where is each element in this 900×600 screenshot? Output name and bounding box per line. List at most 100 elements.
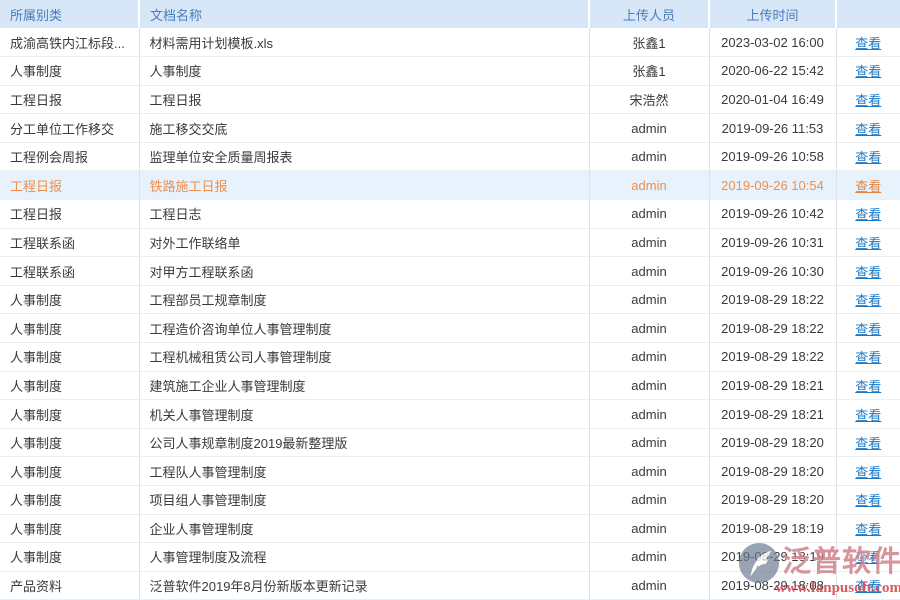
view-link[interactable]: 查看 — [855, 465, 881, 480]
cell-uploader: admin — [589, 514, 709, 543]
cell-category: 人事制度 — [0, 343, 139, 372]
cell-uploader: 张鑫1 — [589, 28, 709, 57]
cell-doc-name: 人事制度 — [139, 57, 589, 86]
cell-category: 人事制度 — [0, 57, 139, 86]
cell-uploader: admin — [589, 371, 709, 400]
view-link[interactable]: 查看 — [855, 493, 881, 508]
cell-actions: 查看 — [836, 228, 900, 257]
cell-upload-time: 2019-09-26 10:58 — [709, 142, 836, 171]
cell-category: 工程日报 — [0, 200, 139, 229]
table-row: 人事制度 工程造价咨询单位人事管理制度 admin 2019-08-29 18:… — [0, 314, 900, 343]
cell-uploader: admin — [589, 228, 709, 257]
view-link[interactable]: 查看 — [855, 350, 881, 365]
view-link[interactable]: 查看 — [855, 207, 881, 222]
table-body: 成渝高铁内江标段... 材料需用计划模板.xls 张鑫1 2023-03-02 … — [0, 28, 900, 600]
cell-doc-name: 工程日报 — [139, 85, 589, 114]
cell-upload-time: 2019-08-29 18:22 — [709, 343, 836, 372]
cell-uploader: admin — [589, 428, 709, 457]
view-link[interactable]: 查看 — [855, 150, 881, 165]
cell-category: 工程联系函 — [0, 257, 139, 286]
cell-category: 分工单位工作移交 — [0, 114, 139, 143]
cell-actions: 查看 — [836, 543, 900, 572]
view-link[interactable]: 查看 — [855, 265, 881, 280]
table-row: 人事制度 建筑施工企业人事管理制度 admin 2019-08-29 18:21… — [0, 371, 900, 400]
cell-doc-name: 材料需用计划模板.xls — [139, 28, 589, 57]
view-link[interactable]: 查看 — [855, 550, 881, 565]
cell-uploader: admin — [589, 171, 709, 200]
view-link[interactable]: 查看 — [855, 36, 881, 51]
cell-upload-time: 2019-08-29 18:08 — [709, 571, 836, 600]
table-row: 人事制度 工程机械租赁公司人事管理制度 admin 2019-08-29 18:… — [0, 343, 900, 372]
cell-doc-name: 监理单位安全质量周报表 — [139, 142, 589, 171]
cell-upload-time: 2019-08-29 18:19 — [709, 514, 836, 543]
cell-actions: 查看 — [836, 486, 900, 515]
table-row: 产品资料 泛普软件2019年8月份新版本更新记录 admin 2019-08-2… — [0, 571, 900, 600]
cell-actions: 查看 — [836, 457, 900, 486]
cell-category: 人事制度 — [0, 285, 139, 314]
header-uploader: 上传人员 — [589, 0, 709, 28]
cell-category: 人事制度 — [0, 314, 139, 343]
cell-doc-name: 工程部员工规章制度 — [139, 285, 589, 314]
cell-uploader: admin — [589, 257, 709, 286]
view-link[interactable]: 查看 — [855, 122, 881, 137]
table-row: 人事制度 公司人事规章制度2019最新整理版 admin 2019-08-29 … — [0, 428, 900, 457]
table-row: 人事制度 人事制度 张鑫1 2020-06-22 15:42 查看 — [0, 57, 900, 86]
view-link[interactable]: 查看 — [855, 322, 881, 337]
view-link[interactable]: 查看 — [855, 93, 881, 108]
cell-actions: 查看 — [836, 57, 900, 86]
view-link[interactable]: 查看 — [855, 408, 881, 423]
cell-actions: 查看 — [836, 200, 900, 229]
view-link[interactable]: 查看 — [855, 64, 881, 79]
cell-category: 人事制度 — [0, 457, 139, 486]
cell-category: 产品资料 — [0, 571, 139, 600]
cell-upload-time: 2023-03-02 16:00 — [709, 28, 836, 57]
table-header-row: 所属别类 文档名称 上传人员 上传时间 — [0, 0, 900, 28]
cell-actions: 查看 — [836, 257, 900, 286]
cell-upload-time: 2019-08-29 18:19 — [709, 543, 836, 572]
cell-category: 人事制度 — [0, 371, 139, 400]
cell-doc-name: 工程队人事管理制度 — [139, 457, 589, 486]
cell-category: 工程日报 — [0, 171, 139, 200]
cell-uploader: 张鑫1 — [589, 57, 709, 86]
cell-uploader: admin — [589, 314, 709, 343]
cell-actions: 查看 — [836, 85, 900, 114]
view-link[interactable]: 查看 — [855, 522, 881, 537]
view-link[interactable]: 查看 — [855, 293, 881, 308]
view-link[interactable]: 查看 — [855, 379, 881, 394]
cell-upload-time: 2019-09-26 10:30 — [709, 257, 836, 286]
cell-upload-time: 2019-08-29 18:21 — [709, 371, 836, 400]
table-row: 分工单位工作移交 施工移交交底 admin 2019-09-26 11:53 查… — [0, 114, 900, 143]
view-link[interactable]: 查看 — [855, 179, 881, 194]
cell-uploader: 宋浩然 — [589, 85, 709, 114]
table-row: 人事制度 机关人事管理制度 admin 2019-08-29 18:21 查看 — [0, 400, 900, 429]
cell-doc-name: 机关人事管理制度 — [139, 400, 589, 429]
cell-category: 人事制度 — [0, 514, 139, 543]
cell-category: 人事制度 — [0, 543, 139, 572]
table-row: 工程例会周报 监理单位安全质量周报表 admin 2019-09-26 10:5… — [0, 142, 900, 171]
cell-upload-time: 2019-08-29 18:20 — [709, 428, 836, 457]
cell-uploader: admin — [589, 486, 709, 515]
cell-upload-time: 2019-08-29 18:20 — [709, 486, 836, 515]
cell-upload-time: 2019-08-29 18:21 — [709, 400, 836, 429]
view-link[interactable]: 查看 — [855, 236, 881, 251]
cell-doc-name: 工程日志 — [139, 200, 589, 229]
cell-upload-time: 2020-01-04 16:49 — [709, 85, 836, 114]
table-row: 人事制度 工程队人事管理制度 admin 2019-08-29 18:20 查看 — [0, 457, 900, 486]
cell-doc-name: 泛普软件2019年8月份新版本更新记录 — [139, 571, 589, 600]
cell-uploader: admin — [589, 114, 709, 143]
header-upload-time: 上传时间 — [709, 0, 836, 28]
cell-upload-time: 2020-06-22 15:42 — [709, 57, 836, 86]
cell-actions: 查看 — [836, 343, 900, 372]
cell-upload-time: 2019-08-29 18:20 — [709, 457, 836, 486]
cell-category: 成渝高铁内江标段... — [0, 28, 139, 57]
cell-uploader: admin — [589, 200, 709, 229]
cell-uploader: admin — [589, 543, 709, 572]
cell-actions: 查看 — [836, 285, 900, 314]
table-row: 工程日报 工程日志 admin 2019-09-26 10:42 查看 — [0, 200, 900, 229]
cell-uploader: admin — [589, 285, 709, 314]
view-link[interactable]: 查看 — [855, 579, 881, 594]
header-actions — [836, 0, 900, 28]
cell-upload-time: 2019-09-26 10:31 — [709, 228, 836, 257]
cell-doc-name: 对甲方工程联系函 — [139, 257, 589, 286]
view-link[interactable]: 查看 — [855, 436, 881, 451]
